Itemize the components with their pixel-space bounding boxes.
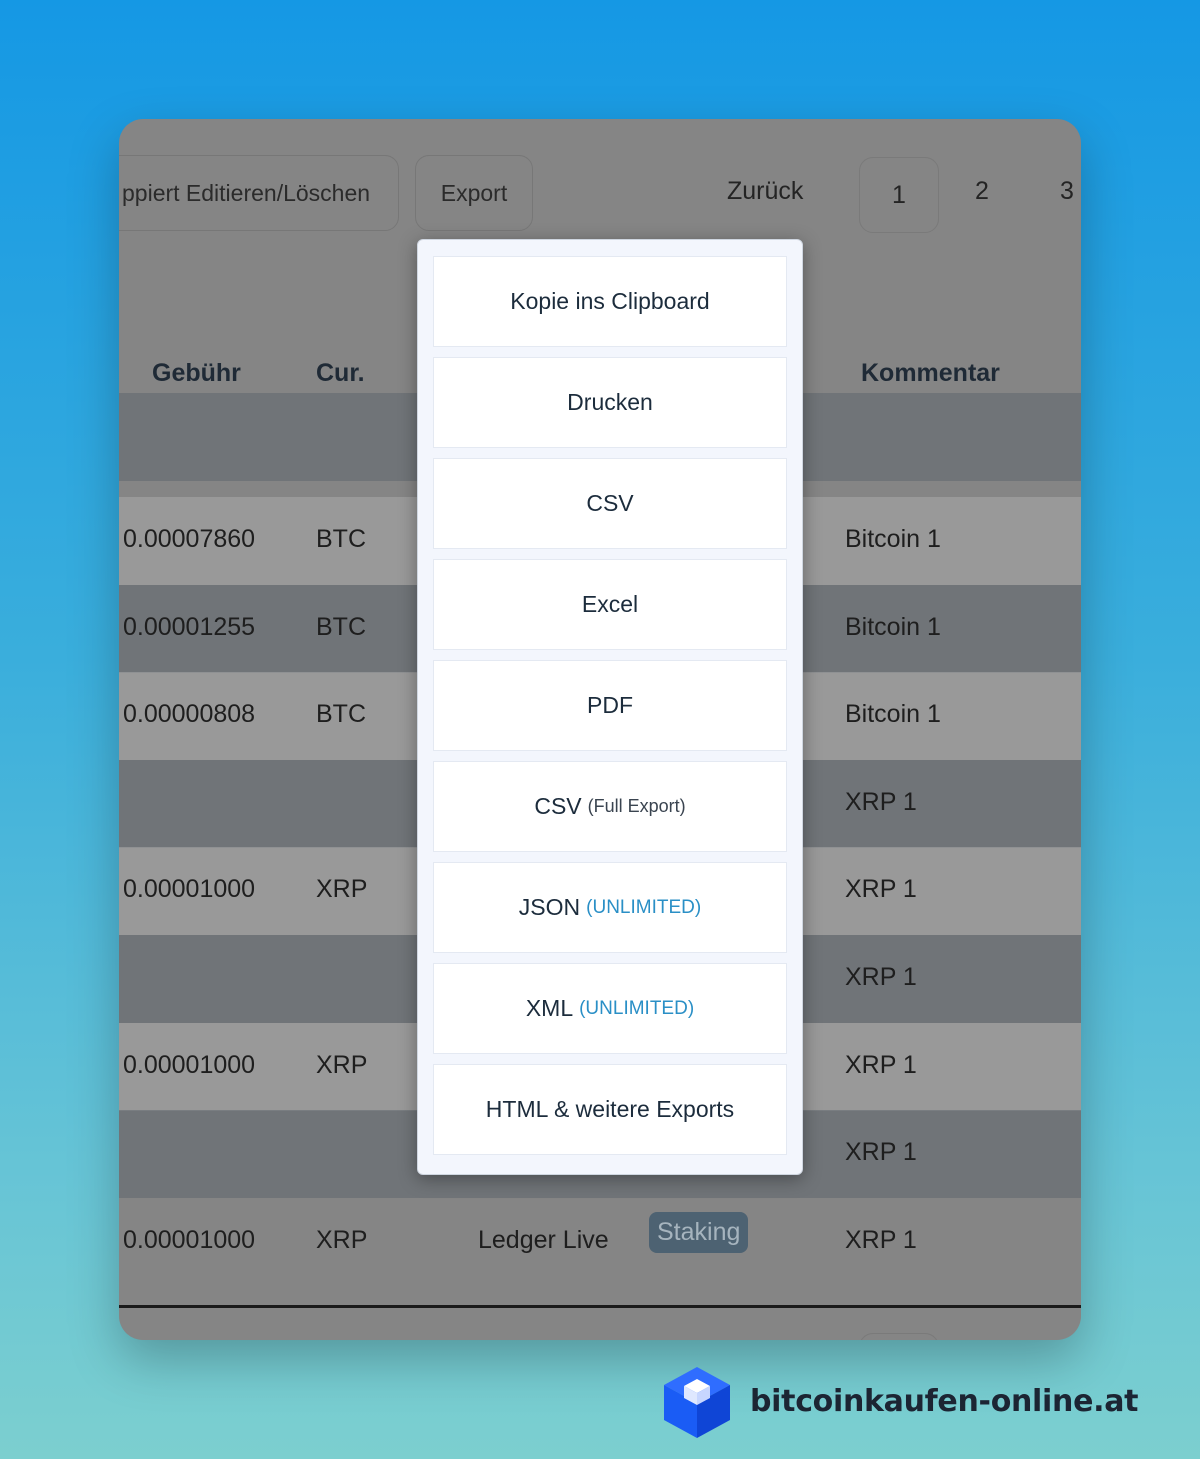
menu-item-label: Drucken bbox=[567, 389, 653, 415]
comment-cell: XRP 1 bbox=[845, 1051, 917, 1079]
comment-cell: XRP 1 bbox=[845, 1226, 917, 1254]
menu-item-label: CSV bbox=[534, 793, 582, 819]
comment-cell: XRP 1 bbox=[845, 788, 917, 816]
comment-cell: Bitcoin 1 bbox=[845, 525, 941, 553]
edit-delete-button[interactable]: ppiert Editieren/Löschen bbox=[119, 155, 399, 231]
menu-item-html-more[interactable]: HTML & weitere Exports bbox=[433, 1064, 787, 1155]
fee-cell: 0.00007860 bbox=[123, 525, 256, 553]
page-2-button[interactable]: 2 bbox=[975, 177, 989, 206]
currency-cell: XRP bbox=[316, 1051, 368, 1079]
menu-item-print[interactable]: Drucken bbox=[433, 357, 787, 448]
menu-item-copy-clipboard[interactable]: Kopie ins Clipboard bbox=[433, 256, 787, 347]
comment-cell: Bitcoin 1 bbox=[845, 613, 941, 641]
menu-item-label: Excel bbox=[581, 591, 639, 617]
export-button[interactable]: Export bbox=[415, 155, 533, 231]
status-badge: Staking bbox=[649, 1212, 749, 1253]
column-header-comment[interactable]: Kommentar bbox=[861, 359, 1000, 388]
menu-item-label: PDF bbox=[587, 692, 633, 718]
menu-item-pdf[interactable]: PDF bbox=[433, 660, 787, 751]
menu-item-json[interactable]: JSON (UNLIMITED) bbox=[433, 862, 787, 953]
menu-item-csv[interactable]: CSV bbox=[433, 458, 787, 549]
unlimited-tag: (UNLIMITED) bbox=[586, 896, 702, 918]
fee-cell: 0.00000808 bbox=[123, 700, 256, 728]
currency-cell: XRP bbox=[316, 875, 368, 903]
comment-cell: Bitcoin 1 bbox=[845, 700, 941, 728]
table-footer-divider bbox=[119, 1305, 1081, 1308]
currency-cell: XRP bbox=[316, 1226, 368, 1254]
menu-item-note: (Full Export) bbox=[587, 796, 686, 816]
menu-item-csv-full[interactable]: CSV (Full Export) bbox=[433, 761, 787, 852]
menu-item-excel[interactable]: Excel bbox=[433, 559, 787, 650]
pagination-back[interactable]: Zurück bbox=[727, 177, 803, 206]
menu-item-label: Kopie ins Clipboard bbox=[510, 288, 710, 314]
currency-cell: BTC bbox=[316, 613, 366, 641]
comment-cell: XRP 1 bbox=[845, 1138, 917, 1166]
comment-cell: XRP 1 bbox=[845, 875, 917, 903]
currency-cell: BTC bbox=[316, 700, 366, 728]
menu-item-label: HTML & weitere Exports bbox=[485, 1096, 735, 1122]
fee-cell: 0.00001000 bbox=[123, 875, 256, 903]
fee-cell: 0.00001000 bbox=[123, 1051, 256, 1079]
menu-item-label: CSV bbox=[586, 490, 634, 516]
column-header-currency[interactable]: Cur. bbox=[316, 359, 365, 388]
cube-logo-icon bbox=[664, 1366, 730, 1438]
wallet-cell: Ledger Live bbox=[478, 1226, 609, 1254]
page-1-label: 1 bbox=[892, 180, 906, 209]
comment-cell: XRP 1 bbox=[845, 963, 917, 991]
menu-item-xml[interactable]: XML (UNLIMITED) bbox=[433, 963, 787, 1054]
export-label: Export bbox=[440, 179, 508, 206]
currency-cell: BTC bbox=[316, 525, 366, 553]
menu-item-label: JSON bbox=[518, 894, 581, 920]
fee-cell: 0.00001255 bbox=[123, 613, 256, 641]
unlimited-tag: (UNLIMITED) bbox=[579, 997, 695, 1019]
page-1-button[interactable]: 1 bbox=[859, 157, 939, 233]
table-row: 0.00001000 XRP Ledger Live Staking XRP 1 bbox=[119, 1198, 1081, 1286]
brand-name: bitcoinkaufen-online.at bbox=[750, 1384, 1139, 1419]
export-dropdown-menu: Kopie ins Clipboard Drucken CSV Excel PD… bbox=[417, 239, 803, 1175]
menu-item-label: XML bbox=[525, 995, 574, 1021]
fee-cell: 0.00001000 bbox=[123, 1226, 256, 1254]
column-header-fee[interactable]: Gebühr bbox=[152, 359, 241, 388]
edit-delete-label: ppiert Editieren/Löschen bbox=[122, 179, 371, 206]
page-3-button[interactable]: 3 bbox=[1060, 177, 1074, 206]
bottom-page-1-button[interactable] bbox=[859, 1333, 939, 1340]
brand-logo: bitcoinkaufen-online.at bbox=[660, 1364, 1139, 1439]
